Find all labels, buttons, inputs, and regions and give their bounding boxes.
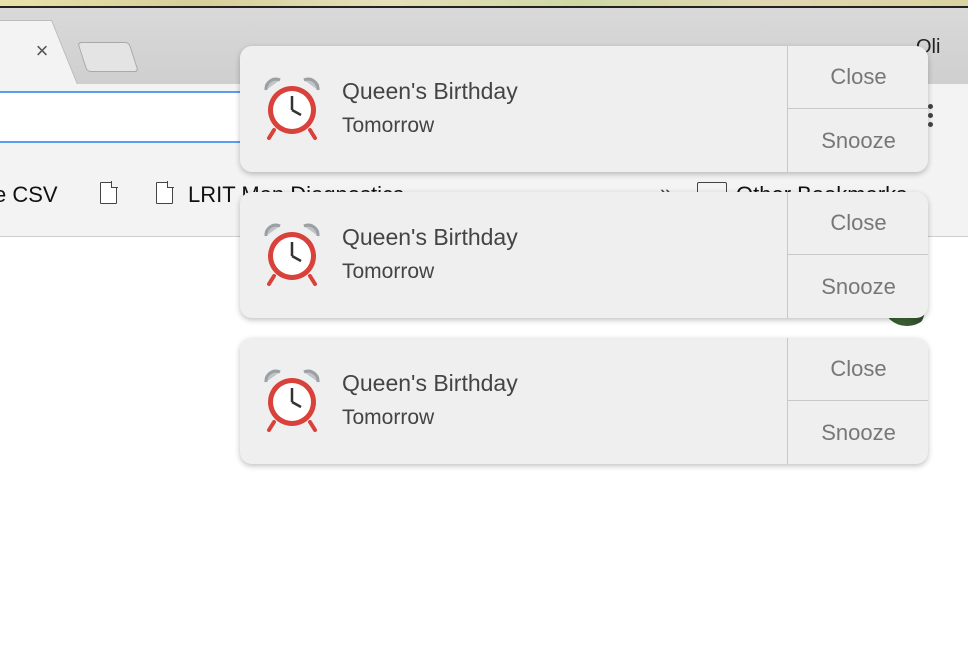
snooze-button[interactable]: Snooze xyxy=(788,254,928,318)
close-button[interactable]: Close xyxy=(788,192,928,254)
notification-actions: Close Snooze xyxy=(787,46,928,172)
bookmark-page-icon[interactable] xyxy=(100,181,118,204)
notification-actions: Close Snooze xyxy=(787,338,928,464)
tab-close-icon[interactable]: × xyxy=(31,40,53,62)
bookmark-page-icon xyxy=(156,181,174,204)
notification-subtitle: Tomorrow xyxy=(342,260,435,283)
notification-title: Queen's Birthday xyxy=(342,224,518,250)
notification-actions: Close Snooze xyxy=(787,192,928,318)
new-tab-button[interactable] xyxy=(77,42,139,72)
alarm-clock-icon xyxy=(264,77,320,140)
close-button[interactable]: Close xyxy=(788,338,928,400)
alarm-clock-icon xyxy=(264,223,320,286)
notification-card[interactable]: Queen's Birthday Tomorrow Close Snooze xyxy=(240,192,928,318)
close-button[interactable]: Close xyxy=(788,46,928,108)
notification-title: Queen's Birthday xyxy=(342,370,518,396)
bookmark-csv[interactable]: e CSV xyxy=(0,182,58,208)
alarm-clock-icon xyxy=(264,369,320,432)
notification-subtitle: Tomorrow xyxy=(342,406,435,429)
notification-subtitle: Tomorrow xyxy=(342,114,435,137)
notification-title: Queen's Birthday xyxy=(342,78,518,104)
snooze-button[interactable]: Snooze xyxy=(788,108,928,172)
notification-card[interactable]: Queen's Birthday Tomorrow Close Snooze xyxy=(240,46,928,172)
notification-card[interactable]: Queen's Birthday Tomorrow Close Snooze xyxy=(240,338,928,464)
snooze-button[interactable]: Snooze xyxy=(788,400,928,464)
